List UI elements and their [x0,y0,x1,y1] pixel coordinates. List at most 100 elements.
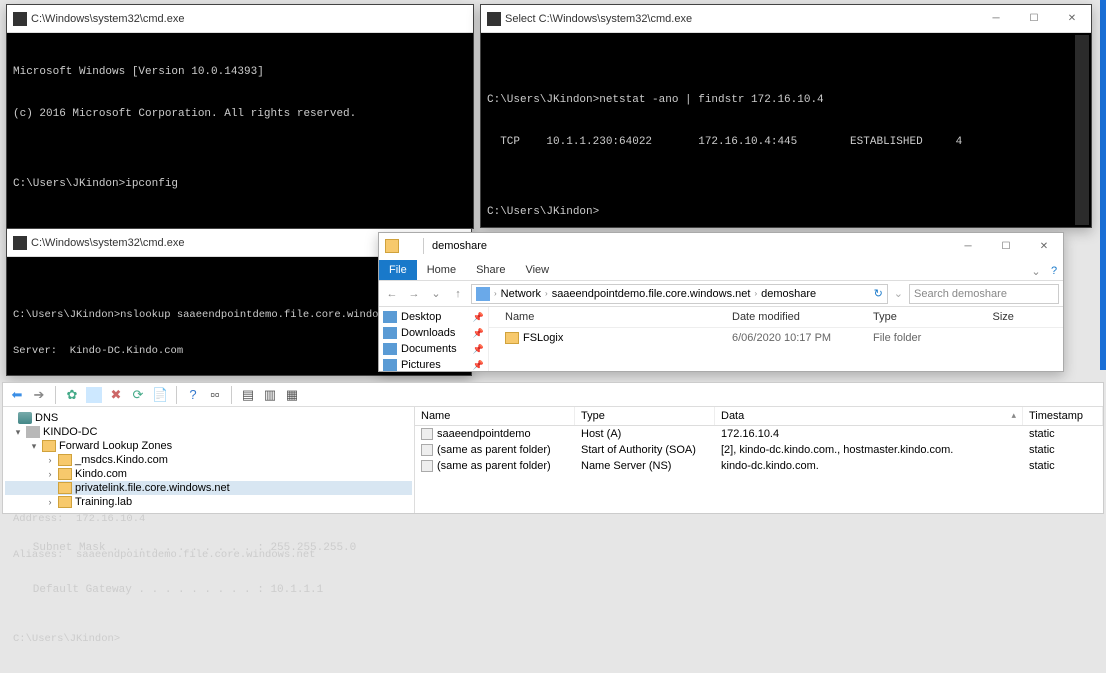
separator [423,238,424,254]
tree-node-zone[interactable]: ›Training.lab [5,495,412,509]
tree-node-zone[interactable]: ›_msdcs.Kindo.com [5,453,412,467]
folder-icon [42,440,56,452]
pin-icon: 📌 [473,360,484,371]
nav-up-button[interactable]: ↑ [449,285,467,303]
minimize-button[interactable]: ─ [977,6,1015,32]
column-headers[interactable]: Name Date modified Type Size [489,307,1063,328]
qa-documents[interactable]: Documents📌 [379,341,488,357]
titlebar[interactable]: C:\Windows\system32\cmd.exe [7,5,473,33]
cmd-window-netstat: Select C:\Windows\system32\cmd.exe ─ ☐ ✕… [480,4,1092,228]
server-icon [26,426,40,438]
col-size[interactable]: Size [987,307,1064,327]
file-explorer-window: demoshare ─ ☐ ✕ File Home Share View ⌄ ?… [378,232,1064,372]
nav-recent-button[interactable]: ⌄ [427,285,445,303]
delete-icon[interactable]: ✖ [108,387,124,403]
address-bar-row: ← → ⌄ ↑ › Network › saaeendpointdemo.fil… [379,281,1063,307]
network-icon [476,287,490,301]
pin-icon [403,240,415,252]
record-icon[interactable]: ▦ [284,387,300,403]
titlebar[interactable]: demoshare ─ ☐ ✕ [379,233,1063,259]
folder-icon [385,239,399,253]
col-type[interactable]: Type [867,307,987,327]
qa-downloads[interactable]: Downloads📌 [379,325,488,341]
nav-back-button[interactable]: ⬅ [9,387,25,403]
grid-headers[interactable]: Name Type Data▴ Timestamp [415,407,1103,426]
pin-icon: 📌 [473,328,484,339]
terminal-output[interactable]: C:\Users\JKindon>netstat -ano | findstr … [481,33,1091,251]
file-list-pane[interactable]: Name Date modified Type Size FSLogix 6/0… [489,307,1063,371]
nav-back-button[interactable]: ← [383,285,401,303]
tree-node-zone-selected[interactable]: privatelink.file.core.windows.net [5,481,412,495]
nav-forward-button[interactable]: ➔ [31,387,47,403]
tab-share[interactable]: Share [466,260,515,280]
export-icon[interactable]: 📄 [152,387,168,403]
crumb-host[interactable]: saaeendpointdemo.file.core.windows.net [552,288,751,300]
record-icon [421,460,433,472]
show-hide-icon[interactable] [86,387,102,403]
properties-icon[interactable]: ▫▫ [207,387,223,403]
table-row[interactable]: saaeendpointdemo Host (A) 172.16.10.4 st… [415,426,1103,442]
col-name[interactable]: Name [415,407,575,425]
sort-asc-icon: ▴ [1011,410,1016,421]
cmd-icon [487,12,501,26]
crumb-network[interactable]: Network [501,288,541,300]
help-icon[interactable]: ? [185,387,201,403]
record-icon [421,428,433,440]
server-icon[interactable]: ▤ [240,387,256,403]
zone-icon [58,468,72,480]
breadcrumb[interactable]: › Network › saaeendpointdemo.file.core.w… [471,284,888,304]
dns-records-grid[interactable]: Name Type Data▴ Timestamp saaeendpointde… [415,407,1103,513]
tab-home[interactable]: Home [417,260,466,280]
qa-desktop[interactable]: Desktop📌 [379,309,488,325]
action-icon[interactable]: ✿ [64,387,80,403]
col-date-modified[interactable]: Date modified [726,307,867,327]
dns-icon [18,412,32,424]
zone-icon[interactable]: ▥ [262,387,278,403]
window-title: Select C:\Windows\system32\cmd.exe [505,13,973,25]
tab-file[interactable]: File [379,260,417,280]
tree-node-dns[interactable]: DNS [5,411,412,425]
refresh-icon[interactable]: ↻ [874,287,883,300]
pin-icon: 📌 [473,312,484,323]
cmd-icon [13,236,27,250]
maximize-button[interactable]: ☐ [987,233,1025,259]
titlebar[interactable]: Select C:\Windows\system32\cmd.exe ─ ☐ ✕ [481,5,1091,33]
tree-node-zone[interactable]: ›Kindo.com [5,467,412,481]
help-icon[interactable]: ? [1045,262,1063,280]
desktop-edge [1100,0,1106,370]
col-type[interactable]: Type [575,407,715,425]
col-name[interactable]: Name [499,307,726,327]
list-item[interactable]: FSLogix 6/06/2020 10:17 PM File folder [489,328,1063,348]
close-button[interactable]: ✕ [1025,233,1063,259]
maximize-button[interactable]: ☐ [1015,6,1053,32]
col-timestamp[interactable]: Timestamp [1023,407,1103,425]
ribbon-tabs: File Home Share View ⌄ ? [379,259,1063,281]
crumb-folder[interactable]: demoshare [761,288,816,300]
search-input[interactable]: Search demoshare [909,284,1059,304]
qa-pictures[interactable]: Pictures📌 [379,357,488,371]
refresh-icon[interactable]: ⟳ [130,387,146,403]
record-icon [421,444,433,456]
table-row[interactable]: (same as parent folder) Name Server (NS)… [415,458,1103,474]
cmd-icon [13,12,27,26]
ribbon-expand-icon[interactable]: ⌄ [1027,262,1045,280]
scrollbar[interactable] [1075,35,1089,225]
dns-toolbar: ⬅ ➔ ✿ ✖ ⟳ 📄 ? ▫▫ ▤ ▥ ▦ [3,383,1103,407]
dns-tree-pane[interactable]: DNS ▾KINDO-DC ▾Forward Lookup Zones ›_ms… [3,407,415,513]
col-data[interactable]: Data▴ [715,407,1023,425]
close-button[interactable]: ✕ [1053,6,1091,32]
documents-icon [383,343,397,355]
cmd-window-ipconfig: C:\Windows\system32\cmd.exe Microsoft Wi… [6,4,474,229]
table-row[interactable]: (same as parent folder) Start of Authori… [415,442,1103,458]
tab-view[interactable]: View [515,260,559,280]
tree-node-server[interactable]: ▾KINDO-DC [5,425,412,439]
tree-node-flz[interactable]: ▾Forward Lookup Zones [5,439,412,453]
dns-manager-window: ⬅ ➔ ✿ ✖ ⟳ 📄 ? ▫▫ ▤ ▥ ▦ DNS ▾KINDO-DC ▾Fo… [2,382,1104,514]
nav-forward-button[interactable]: → [405,285,423,303]
search-placeholder: Search demoshare [914,288,1007,300]
downloads-icon [383,327,397,339]
quick-access-pane[interactable]: Desktop📌 Downloads📌 Documents📌 Pictures📌… [379,307,489,371]
pin-icon: 📌 [473,344,484,355]
zone-icon [58,482,72,494]
minimize-button[interactable]: ─ [949,233,987,259]
